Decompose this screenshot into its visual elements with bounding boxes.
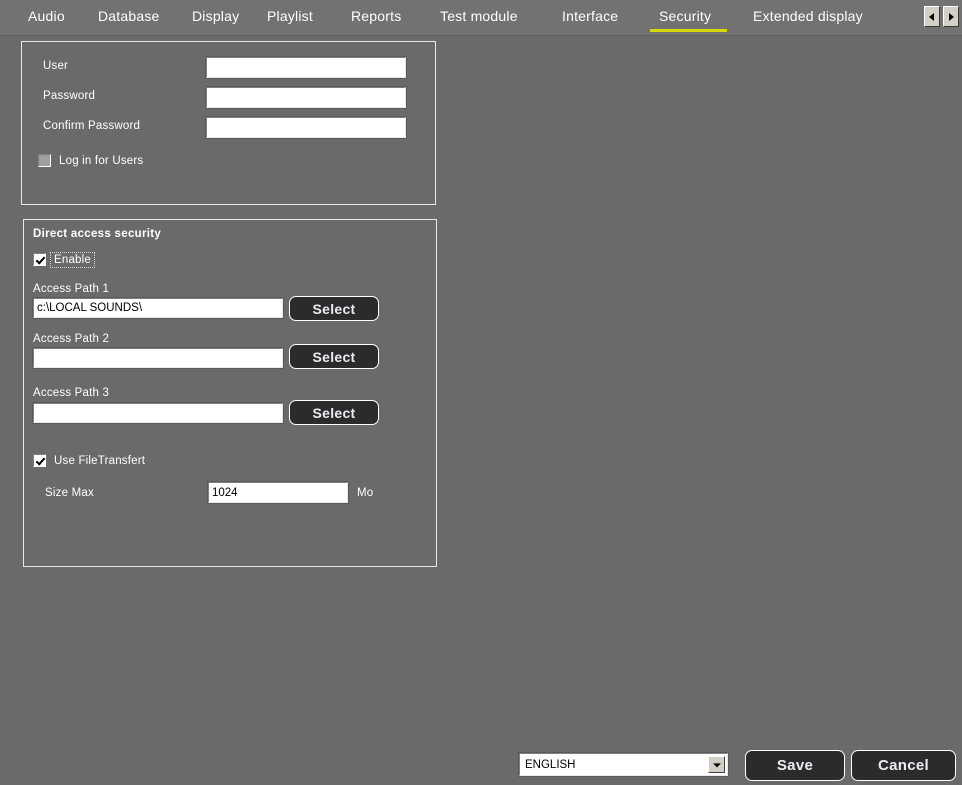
cancel-button[interactable]: Cancel [851,750,956,781]
login-for-users-label: Log in for Users [59,154,144,167]
direct-access-security-panel: Direct access security Enable Access Pat… [23,219,437,567]
confirm-password-input[interactable] [206,117,406,138]
tab-security-underline [650,29,727,32]
tab-playlist[interactable]: Playlist [267,8,313,24]
tab-security[interactable]: Security [659,8,711,24]
direct-access-security-title: Direct access security [33,228,162,240]
enable-checkbox-row[interactable]: Enable [33,251,96,268]
enable-checkbox[interactable] [33,253,46,266]
use-filetransfert-checkbox[interactable] [33,454,46,467]
use-filetransfert-label: Use FileTransfert [54,454,146,467]
login-for-users-checkbox[interactable] [38,154,51,167]
tab-extended-display[interactable]: Extended display [753,8,863,24]
chevron-down-icon[interactable] [708,756,725,773]
user-label: User [43,60,69,72]
access-path-3-label: Access Path 3 [33,387,110,399]
tab-scroll-right-button[interactable] [943,6,959,27]
access-path-1-label: Access Path 1 [33,283,110,295]
password-input[interactable] [206,87,406,108]
access-path-2-label: Access Path 2 [33,333,110,345]
size-max-unit-label: Mo [357,487,374,499]
tab-scroll-left-button[interactable] [924,6,940,27]
confirm-password-label: Confirm Password [43,120,141,132]
save-button[interactable]: Save [745,750,845,781]
tab-test-module[interactable]: Test module [440,8,518,24]
triangle-right-icon [949,12,954,21]
tab-display[interactable]: Display [192,8,239,24]
enable-label: Enable [49,251,96,268]
access-path-2-input[interactable] [33,348,283,368]
tab-database[interactable]: Database [98,8,160,24]
size-max-label: Size Max [45,487,94,499]
tab-bar: Audio Database Display Playlist Reports … [0,0,962,36]
triangle-left-icon [929,12,934,21]
password-label: Password [43,90,96,102]
tab-interface[interactable]: Interface [562,8,618,24]
tab-audio[interactable]: Audio [28,8,65,24]
use-filetransfert-checkbox-row[interactable]: Use FileTransfert [33,454,145,467]
login-for-users-checkbox-row[interactable]: Log in for Users [38,154,143,167]
access-path-3-select-button[interactable]: Select [289,400,379,425]
user-input[interactable] [206,57,406,78]
user-credentials-panel: User Password Confirm Password Log in fo… [21,41,436,205]
size-max-input[interactable] [208,482,348,503]
access-path-2-select-button[interactable]: Select [289,344,379,369]
access-path-1-input[interactable] [33,298,283,318]
access-path-1-select-button[interactable]: Select [289,296,379,321]
language-select-value: ENGLISH [525,758,576,771]
language-select[interactable]: ENGLISH [519,753,728,776]
tab-reports[interactable]: Reports [351,8,401,24]
access-path-3-input[interactable] [33,403,283,423]
